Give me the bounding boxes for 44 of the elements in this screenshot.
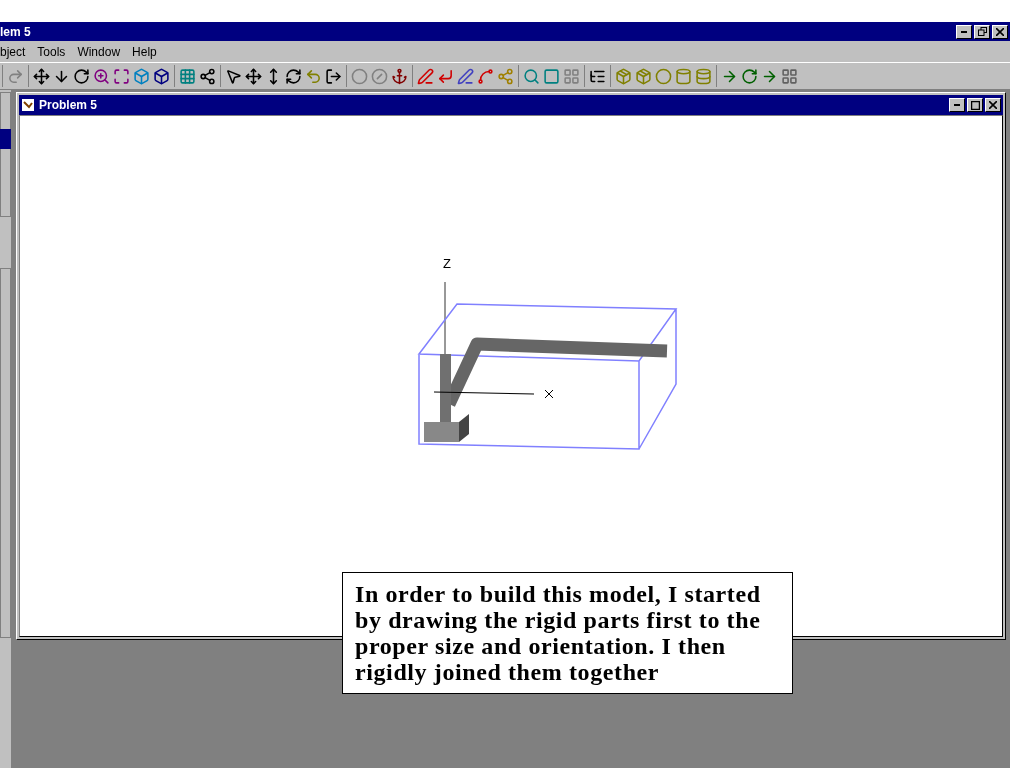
- maximize-icon: [970, 100, 980, 110]
- pencil-icon[interactable]: [457, 67, 474, 85]
- menu-item[interactable]: Tools: [37, 42, 66, 61]
- zoom-frame-icon[interactable]: [113, 67, 130, 85]
- close-button[interactable]: [985, 98, 1001, 112]
- close-icon: [996, 27, 1004, 36]
- move-cross-icon[interactable]: [33, 67, 50, 85]
- maximize-button[interactable]: [967, 98, 983, 112]
- link-icon[interactable]: [199, 67, 216, 85]
- menu-item[interactable]: Help: [132, 42, 157, 61]
- curve-icon[interactable]: [477, 67, 494, 85]
- selected-item-bar: [0, 129, 11, 149]
- zoom-icon[interactable]: [93, 67, 110, 85]
- torque-icon[interactable]: [741, 67, 758, 85]
- sphere-icon[interactable]: [655, 67, 672, 85]
- text-pen-icon[interactable]: [417, 67, 434, 85]
- wireframe-cube-icon[interactable]: [153, 67, 170, 85]
- minimize-icon: [961, 30, 967, 33]
- restore-icon: [977, 27, 987, 36]
- minimize-icon: [954, 104, 960, 106]
- document-title: Problem 5: [39, 97, 98, 114]
- minimize-button[interactable]: [949, 98, 965, 112]
- minimize-button[interactable]: [956, 24, 972, 39]
- corner-arrow-icon[interactable]: [437, 67, 454, 85]
- export-box-icon[interactable]: [325, 67, 342, 85]
- block-icon[interactable]: [615, 67, 632, 85]
- restore-button[interactable]: [974, 24, 990, 39]
- menu-item[interactable]: Window: [77, 42, 121, 61]
- close-button[interactable]: [992, 24, 1008, 39]
- axis-label: Z: [443, 255, 451, 273]
- cylinder-icon[interactable]: [675, 67, 692, 85]
- menu-item[interactable]: bject: [0, 42, 26, 61]
- rotate-arrows-icon[interactable]: [285, 67, 302, 85]
- rotate-icon[interactable]: [73, 67, 90, 85]
- anchor-icon[interactable]: [391, 67, 408, 85]
- move-arrows-icon[interactable]: [245, 67, 262, 85]
- close-icon: [989, 101, 997, 109]
- nodes-icon[interactable]: [497, 67, 514, 85]
- callout-text: In order to build this model, I started by drawing the rigid parts first to the proper size and orientation. I then rigidly joined them together: [355, 581, 762, 685]
- window-title: lem 5: [0, 23, 31, 41]
- pointer-icon[interactable]: [225, 67, 242, 85]
- shape-icon[interactable]: [635, 67, 652, 85]
- magnifier-icon[interactable]: [523, 67, 540, 85]
- square-frame-icon[interactable]: [543, 67, 560, 85]
